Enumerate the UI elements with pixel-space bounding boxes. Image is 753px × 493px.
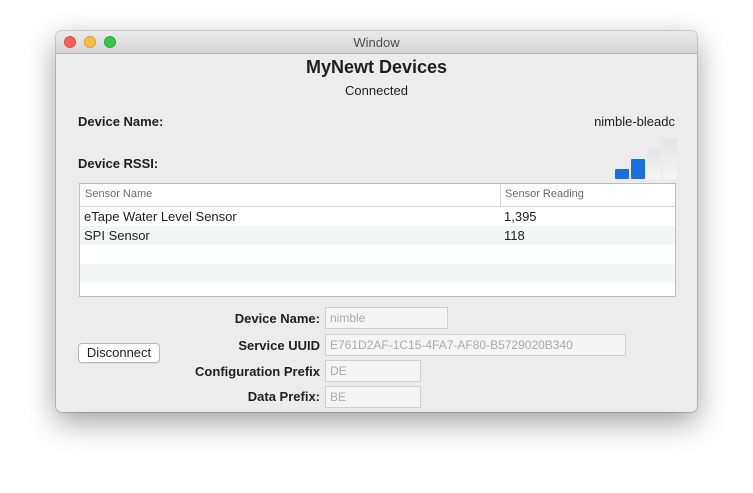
- table-header: Sensor Name Sensor Reading: [80, 184, 675, 207]
- device-rssi-label: Device RSSI:: [78, 156, 159, 171]
- service-uuid-label: Service UUID: [238, 338, 320, 353]
- page-title: MyNewt Devices: [305, 57, 448, 77]
- empty-table-row: [80, 264, 675, 283]
- connection-status: Connected: [345, 83, 408, 98]
- column-header-sensor-reading[interactable]: Sensor Reading: [505, 188, 584, 200]
- service-uuid-field[interactable]: [325, 334, 626, 356]
- signal-bar-2: [631, 159, 645, 179]
- signal-bar-4: [663, 139, 677, 179]
- sensor-name-cell: eTape Water Level Sensor: [84, 209, 237, 224]
- sensor-name-cell: SPI Sensor: [84, 228, 150, 243]
- config-prefix-field[interactable]: [325, 360, 421, 382]
- empty-table-row: [80, 245, 675, 264]
- column-header-sensor-name[interactable]: Sensor Name: [85, 188, 152, 200]
- config-prefix-label: Configuration Prefix: [195, 364, 320, 379]
- device-name-field-label: Device Name:: [234, 311, 320, 326]
- sensor-reading-cell: 1,395: [504, 209, 537, 224]
- table-row[interactable]: SPI Sensor 118: [80, 226, 675, 245]
- table-row[interactable]: eTape Water Level Sensor 1,395: [80, 207, 675, 226]
- device-name-field[interactable]: [325, 307, 448, 329]
- signal-bar-1: [615, 169, 629, 179]
- data-prefix-label: Data Prefix:: [247, 389, 320, 404]
- device-name-label: Device Name:: [78, 114, 164, 129]
- app-window: Window MyNewt Devices Connected Device N…: [56, 31, 697, 412]
- title-bar: Window: [56, 31, 697, 54]
- window-title: Window: [353, 35, 400, 50]
- data-prefix-field[interactable]: [325, 386, 421, 408]
- signal-strength-icon: [615, 135, 677, 179]
- signal-bar-3: [647, 149, 661, 179]
- sensor-table[interactable]: Sensor Name Sensor Reading eTape Water L…: [79, 183, 676, 297]
- column-divider: [500, 184, 501, 206]
- device-name-value: nimble-bleadc: [594, 114, 675, 129]
- sensor-reading-cell: 118: [504, 228, 525, 243]
- disconnect-button[interactable]: Disconnect: [78, 343, 160, 363]
